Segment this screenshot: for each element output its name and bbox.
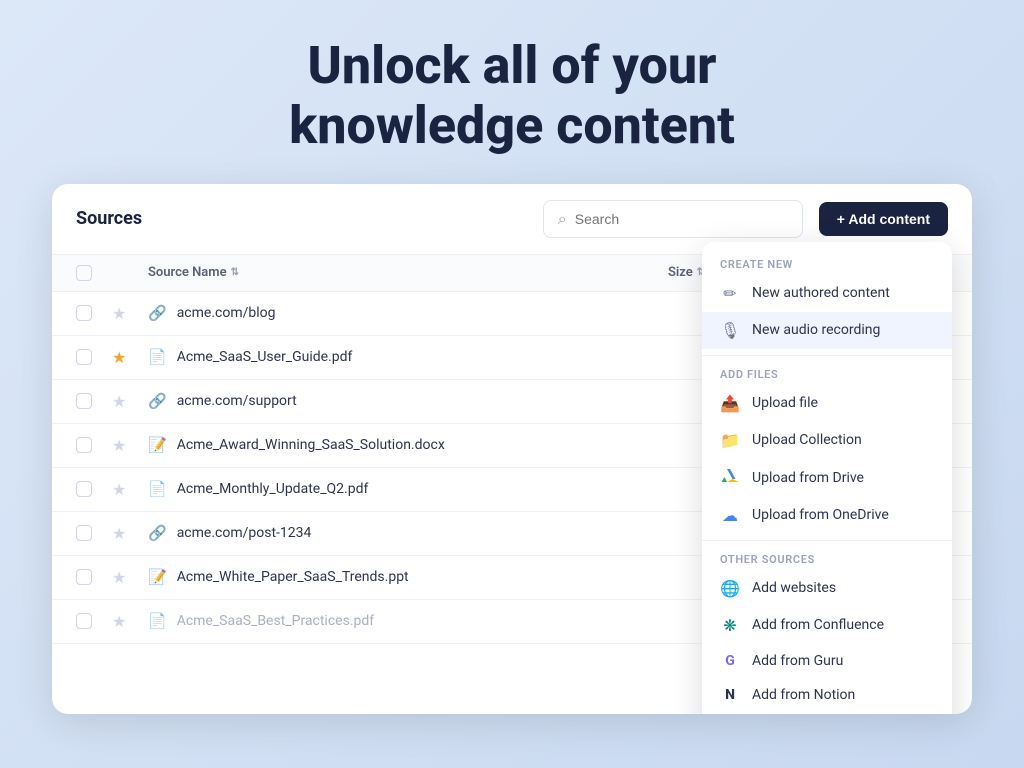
authored-icon: ✏ — [720, 284, 740, 303]
sort-arrow-name: ⇅ — [231, 267, 239, 278]
dropdown-item-label: Add from Notion — [752, 687, 855, 703]
dropdown-divider — [702, 355, 952, 356]
dropdown-divider — [702, 540, 952, 541]
file-type-icon: 📝 — [148, 436, 167, 454]
dropdown-item-label: Add websites — [752, 580, 836, 596]
star-button[interactable]: ★ — [112, 392, 148, 411]
file-name-text: acme.com/blog — [177, 305, 276, 321]
row-checkbox[interactable] — [76, 437, 112, 453]
dropdown-item-new-audio[interactable]: 🎙 New audio recording — [702, 312, 952, 349]
dropdown-item-add-zendesk[interactable]: Z Add from Zendesk — [702, 712, 952, 714]
file-name-text: Acme_Monthly_Update_Q2.pdf — [177, 481, 369, 497]
dropdown-item-label: Upload file — [752, 395, 818, 411]
notion-icon: N — [720, 687, 740, 703]
file-name-text: acme.com/support — [177, 393, 297, 409]
globe-icon: 🌐 — [720, 579, 740, 598]
dropdown-item-label: Upload from Drive — [752, 470, 864, 486]
dropdown-item-label: New authored content — [752, 285, 890, 301]
file-name-cell: 📄 Acme_SaaS_User_Guide.pdf — [148, 348, 668, 366]
search-box[interactable]: ⌕ — [543, 200, 803, 238]
dropdown-section-label: Create new — [702, 252, 952, 275]
file-type-icon: 🔗 — [148, 304, 167, 322]
row-checkbox[interactable] — [76, 481, 112, 497]
file-name-cell: 📄 Acme_Monthly_Update_Q2.pdf — [148, 480, 668, 498]
file-name-cell: 📄 Acme_SaaS_Best_Practices.pdf — [148, 612, 668, 630]
star-button[interactable]: ★ — [112, 480, 148, 499]
file-type-icon: 📄 — [148, 480, 167, 498]
file-name-text: acme.com/post-1234 — [177, 525, 312, 541]
hero-title: Unlock all of your knowledge content — [289, 36, 735, 156]
dropdown-item-add-websites[interactable]: 🌐 Add websites — [702, 570, 952, 607]
row-checkbox[interactable] — [76, 349, 112, 365]
dropdown-item-label: Upload from OneDrive — [752, 507, 889, 523]
guru-icon: G — [720, 653, 740, 669]
onedrive-icon: ☁ — [720, 506, 740, 525]
row-checkbox[interactable] — [76, 393, 112, 409]
dropdown-item-label: Add from Confluence — [752, 617, 884, 633]
dropdown-item-new-authored[interactable]: ✏ New authored content — [702, 275, 952, 312]
dropdown-item-label: Upload Collection — [752, 432, 862, 448]
dropdown-item-upload-collection[interactable]: 📁 Upload Collection — [702, 422, 952, 459]
dropdown-section-label: Other sources — [702, 547, 952, 570]
row-checkbox[interactable] — [76, 569, 112, 585]
star-button[interactable]: ★ — [112, 304, 148, 323]
drive-icon — [720, 468, 740, 488]
file-type-icon: 🔗 — [148, 524, 167, 542]
file-name-cell: 📝 Acme_White_Paper_SaaS_Trends.ppt — [148, 568, 668, 586]
dropdown-item-label: New audio recording — [752, 322, 880, 338]
star-button[interactable]: ★ — [112, 348, 148, 367]
row-checkbox[interactable] — [76, 613, 112, 629]
col-source-name[interactable]: Source Name ⇅ — [148, 265, 668, 280]
star-button[interactable]: ★ — [112, 436, 148, 455]
search-input[interactable] — [575, 211, 788, 227]
file-type-icon: 📝 — [148, 568, 167, 586]
confluence-icon: ❋ — [720, 616, 740, 635]
audio-icon: 🎙 — [720, 321, 740, 340]
checkbox-all[interactable] — [76, 265, 112, 281]
dropdown-item-upload-drive[interactable]: Upload from Drive — [702, 459, 952, 497]
star-button[interactable]: ★ — [112, 568, 148, 587]
row-checkbox[interactable] — [76, 525, 112, 541]
file-name-cell: 🔗 acme.com/blog — [148, 304, 668, 322]
dropdown-item-upload-onedrive[interactable]: ☁ Upload from OneDrive — [702, 497, 952, 534]
file-name-cell: 🔗 acme.com/support — [148, 392, 668, 410]
file-name-text: Acme_Award_Winning_SaaS_Solution.docx — [177, 437, 445, 453]
sources-title: Sources — [76, 208, 142, 229]
upload-file-icon: 📤 — [720, 394, 740, 413]
dropdown-item-add-guru[interactable]: G Add from Guru — [702, 644, 952, 678]
file-name-text: Acme_SaaS_User_Guide.pdf — [177, 349, 353, 365]
app-card: Sources ⌕ + Add content Source Name ⇅ Si… — [52, 184, 972, 714]
dropdown-menu: Create new ✏ New authored content 🎙 New … — [702, 242, 952, 714]
row-checkbox[interactable] — [76, 305, 112, 321]
dropdown-item-label: Add from Guru — [752, 653, 843, 669]
dropdown-section-label: Add files — [702, 362, 952, 385]
file-type-icon: 📄 — [148, 348, 167, 366]
search-icon: ⌕ — [558, 209, 567, 229]
file-name-cell: 📝 Acme_Award_Winning_SaaS_Solution.docx — [148, 436, 668, 454]
dropdown-item-add-notion[interactable]: N Add from Notion — [702, 678, 952, 712]
file-type-icon: 🔗 — [148, 392, 167, 410]
dropdown-item-upload-file[interactable]: 📤 Upload file — [702, 385, 952, 422]
dropdown-item-add-confluence[interactable]: ❋ Add from Confluence — [702, 607, 952, 644]
file-name-text: Acme_White_Paper_SaaS_Trends.ppt — [177, 569, 409, 585]
star-button[interactable]: ★ — [112, 612, 148, 631]
collection-icon: 📁 — [720, 431, 740, 450]
file-type-icon: 📄 — [148, 612, 167, 630]
file-name-text: Acme_SaaS_Best_Practices.pdf — [177, 613, 374, 629]
star-button[interactable]: ★ — [112, 524, 148, 543]
file-name-cell: 🔗 acme.com/post-1234 — [148, 524, 668, 542]
add-content-button[interactable]: + Add content — [819, 202, 948, 236]
